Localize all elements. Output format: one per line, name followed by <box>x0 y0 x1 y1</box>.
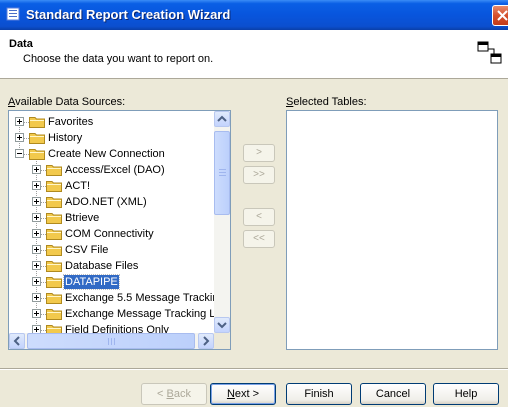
expand-icon[interactable] <box>32 277 41 286</box>
scroll-left-icon <box>13 336 20 346</box>
tree-item-label: Btrieve <box>65 212 100 224</box>
tree-item[interactable]: Exchange Message Tracking Lo <box>9 306 214 322</box>
app-icon <box>6 7 20 21</box>
scroll-up-button[interactable] <box>214 111 230 127</box>
selected-tables-label: Selected Tables: <box>286 96 367 108</box>
tree-item[interactable]: DATAPIPE <box>9 274 214 290</box>
tree-item[interactable]: Exchange 5.5 Message Tracking <box>9 290 214 306</box>
tree-item-label: COM Connectivity <box>65 228 154 240</box>
available-data-sources-label: Available Data Sources: <box>8 96 126 108</box>
expand-icon[interactable] <box>32 293 41 302</box>
folder-icon <box>46 325 62 333</box>
folder-icon <box>46 181 62 192</box>
folder-icon <box>46 229 62 240</box>
expand-icon[interactable] <box>32 165 41 174</box>
next-button[interactable]: Next > <box>210 383 276 405</box>
scroll-left-button[interactable] <box>9 333 25 349</box>
tree-item-label: Exchange Message Tracking Lo <box>65 308 214 320</box>
wizard-header: Data Choose the data you want to report … <box>0 30 508 79</box>
tree-item-label: History <box>48 132 83 144</box>
cancel-button[interactable]: Cancel <box>360 383 426 405</box>
tree-item-label: Database Files <box>65 260 139 272</box>
expand-icon[interactable] <box>32 261 41 270</box>
tree-item[interactable]: History <box>9 130 214 146</box>
scrollbar-corner <box>214 333 230 349</box>
expand-icon[interactable] <box>32 229 41 238</box>
folder-icon <box>29 149 45 160</box>
tree-item[interactable]: Field Definitions Only <box>9 322 214 333</box>
folder-icon <box>46 277 62 288</box>
wizard-window: Standard Report Creation Wizard Data Cho… <box>0 0 508 407</box>
tree-item-label: Exchange 5.5 Message Tracking <box>65 292 214 304</box>
expand-icon[interactable] <box>15 133 24 142</box>
tree-item-label: ACT! <box>65 180 91 192</box>
tree-item[interactable]: COM Connectivity <box>9 226 214 242</box>
vertical-scroll-thumb[interactable] <box>214 131 230 215</box>
scroll-up-icon <box>217 115 227 122</box>
remove-all-tables-button[interactable]: << <box>243 230 275 248</box>
tree-item[interactable]: ACT! <box>9 178 214 194</box>
tree-item-label: Create New Connection <box>48 148 165 160</box>
tree-item-label: DATAPIPE <box>63 274 120 290</box>
expand-icon[interactable] <box>15 117 24 126</box>
folder-icon <box>46 309 62 320</box>
folder-icon <box>46 165 62 176</box>
tree-item-label: Favorites <box>48 116 94 128</box>
folder-icon <box>46 245 62 256</box>
tree-item-label: Access/Excel (DAO) <box>65 164 165 176</box>
help-button[interactable]: Help <box>433 383 499 405</box>
expand-icon[interactable] <box>32 213 41 222</box>
tree-vertical-scrollbar[interactable] <box>214 111 230 333</box>
scroll-right-button[interactable] <box>198 333 214 349</box>
tree-item[interactable]: CSV File <box>9 242 214 258</box>
folder-icon <box>46 197 62 208</box>
expand-icon[interactable] <box>32 197 41 206</box>
folder-icon <box>46 261 62 272</box>
add-table-button[interactable]: > <box>243 144 275 162</box>
finish-button[interactable]: Finish <box>286 383 352 405</box>
tree-viewport: Favorites History Create New Connection Acc… <box>9 111 214 333</box>
scroll-down-icon <box>217 322 227 329</box>
expand-icon[interactable] <box>32 325 41 333</box>
back-button[interactable]: < Back <box>141 383 207 405</box>
page-description: Choose the data you want to report on. <box>23 53 214 65</box>
tree-item[interactable]: Access/Excel (DAO) <box>9 162 214 178</box>
tree-item-label: Field Definitions Only <box>65 324 169 333</box>
page-title: Data <box>9 38 33 50</box>
tree-item[interactable]: Create New Connection <box>9 146 214 162</box>
tree-item[interactable]: Database Files <box>9 258 214 274</box>
scroll-down-button[interactable] <box>214 317 230 333</box>
scroll-right-icon <box>203 336 210 346</box>
folder-icon <box>46 213 62 224</box>
expand-icon[interactable] <box>32 309 41 318</box>
close-icon <box>497 10 508 21</box>
expand-icon[interactable] <box>32 181 41 190</box>
data-sources-tree[interactable]: Favorites History Create New Connection Acc… <box>8 110 231 350</box>
collapse-icon[interactable] <box>15 149 24 158</box>
footer-separator <box>0 368 508 370</box>
remove-table-button[interactable]: < <box>243 208 275 226</box>
expand-icon[interactable] <box>32 245 41 254</box>
title-bar[interactable]: Standard Report Creation Wizard <box>0 0 508 30</box>
tree-item-label: ADO.NET (XML) <box>65 196 147 208</box>
tree-item[interactable]: Btrieve <box>9 210 214 226</box>
tree-item[interactable]: ADO.NET (XML) <box>9 194 214 210</box>
tree-item[interactable]: Favorites <box>9 114 214 130</box>
folder-icon <box>29 117 45 128</box>
tree-item-label: CSV File <box>65 244 109 256</box>
add-all-tables-button[interactable]: >> <box>243 166 275 184</box>
selected-tables-list[interactable] <box>286 110 498 350</box>
window-title: Standard Report Creation Wizard <box>26 7 231 22</box>
folder-icon <box>46 293 62 304</box>
link-tables-icon <box>477 41 502 64</box>
tree-horizontal-scrollbar[interactable] <box>9 333 214 349</box>
horizontal-scroll-thumb[interactable] <box>27 333 195 349</box>
folder-icon <box>29 133 45 144</box>
close-button[interactable] <box>492 5 508 26</box>
